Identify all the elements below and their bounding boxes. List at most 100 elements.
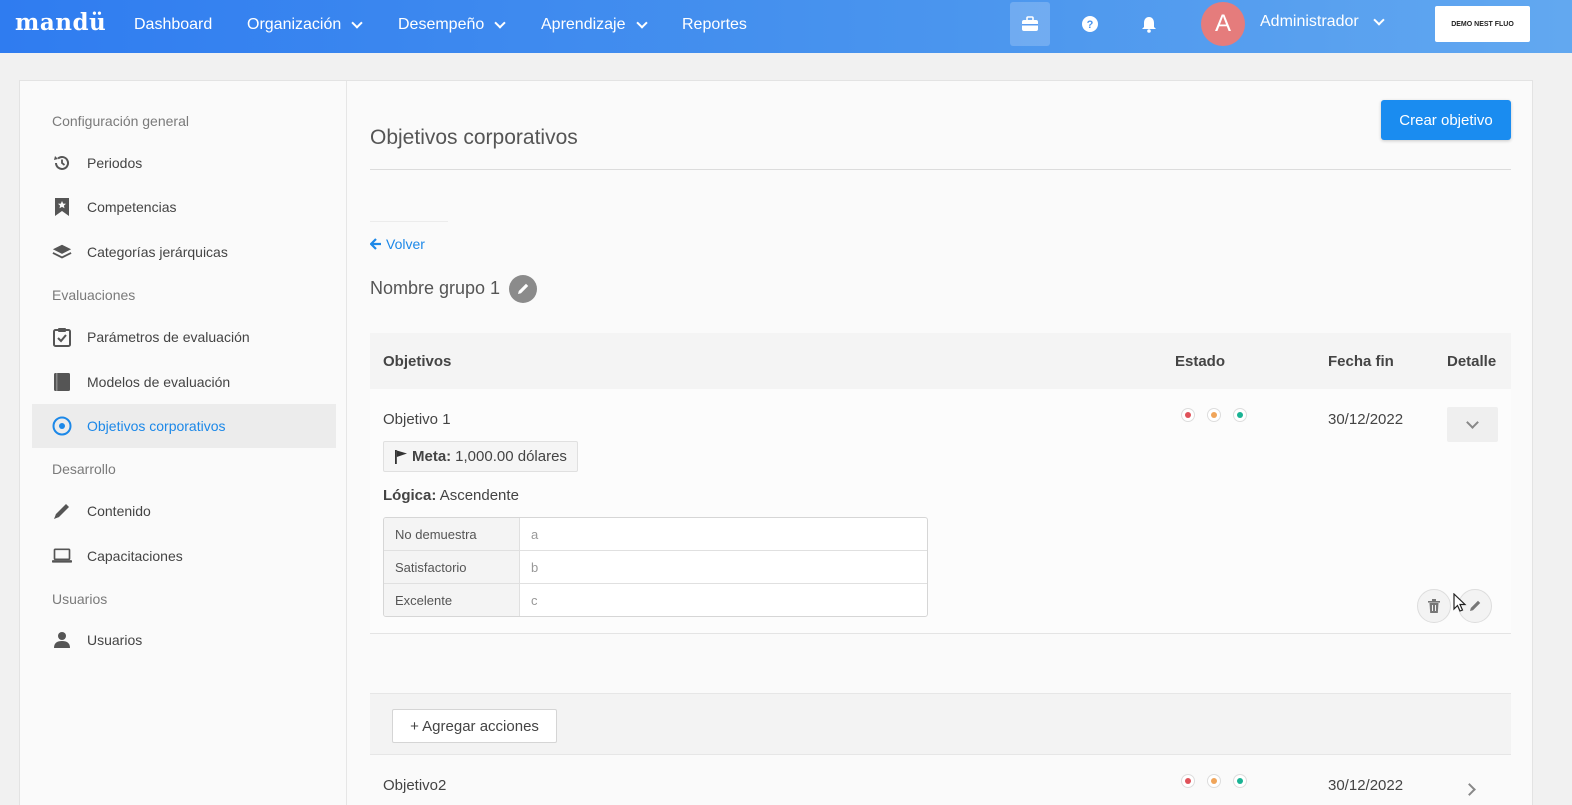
scale-label: No demuestra <box>384 518 520 550</box>
status-green-dot[interactable] <box>1233 774 1247 788</box>
sidebar-section-evaluaciones: Evaluaciones <box>52 287 136 303</box>
laptop-icon <box>52 546 72 566</box>
collapse-detail-button[interactable] <box>1447 407 1498 442</box>
chevron-down-icon <box>351 16 363 29</box>
goal-label: Meta: <box>412 448 452 465</box>
nav-organizacion[interactable]: Organización <box>247 16 363 34</box>
goal-value: 1,000.00 dólares <box>455 448 567 465</box>
bell-icon[interactable] <box>1129 2 1169 46</box>
bookmark-star-icon <box>52 197 72 217</box>
sidebar-section-usuarios: Usuarios <box>52 591 108 607</box>
end-date: 30/12/2022 <box>1328 411 1404 428</box>
back-link[interactable]: Volver <box>370 236 425 252</box>
column-header-fecha-fin: Fecha fin <box>1328 353 1394 370</box>
sidebar-section-configuracion: Configuración general <box>52 113 189 129</box>
scale-table: No demuestra a Satisfactorio b Excelente… <box>383 517 928 617</box>
status-indicators <box>1181 774 1247 788</box>
sidebar-item-objetivos[interactable]: Objetivos corporativos <box>32 404 336 448</box>
logic-value: Ascendente <box>439 487 519 504</box>
help-icon[interactable]: ? <box>1070 2 1110 46</box>
book-icon <box>52 372 72 392</box>
chevron-down-icon <box>494 16 506 29</box>
objective-name: Objetivo2 <box>383 777 447 794</box>
sidebar-section-desarrollo: Desarrollo <box>52 461 116 477</box>
sidebar: Configuración general Periodos Competenc… <box>20 81 347 805</box>
chevron-right-icon <box>1463 783 1476 796</box>
user-icon <box>52 630 72 650</box>
scale-row: Excelente c <box>384 584 927 616</box>
clipboard-check-icon <box>52 327 72 347</box>
table-row: Objetivo 1 30/12/2022 Meta: 1,000.00 dól… <box>370 389 1511 634</box>
back-link-label: Volver <box>386 236 425 252</box>
goal-badge: Meta: 1,000.00 dólares <box>383 441 578 472</box>
status-orange-dot[interactable] <box>1207 774 1221 788</box>
company-logo-text: DEMO NEST FLUO <box>1451 20 1514 28</box>
chevron-down-icon <box>1373 13 1385 26</box>
nav-dashboard-label: Dashboard <box>134 16 213 33</box>
avatar-initial: A <box>1214 10 1231 37</box>
nav-reportes[interactable]: Reportes <box>682 16 747 34</box>
app-logo[interactable]: mandü <box>15 9 106 36</box>
create-objective-button[interactable]: Crear objetivo <box>1381 100 1511 140</box>
top-navbar: mandü Dashboard Organización Desempeño A… <box>0 0 1572 53</box>
scale-label: Excelente <box>384 584 520 616</box>
avatar[interactable]: A <box>1201 2 1245 46</box>
user-menu[interactable]: Administrador <box>1260 13 1385 31</box>
add-actions-button[interactable]: + Agregar acciones <box>392 709 557 743</box>
status-red-dot[interactable] <box>1181 774 1195 788</box>
trash-icon <box>1428 599 1440 613</box>
sidebar-item-contenido[interactable]: Contenido <box>32 489 336 533</box>
column-header-objetivos: Objetivos <box>383 353 452 370</box>
edit-group-button[interactable] <box>509 275 537 303</box>
svg-text:?: ? <box>1087 19 1094 31</box>
group-name: Nombre grupo 1 <box>370 278 501 298</box>
delete-objective-button[interactable] <box>1417 589 1451 623</box>
sidebar-item-parametros[interactable]: Parámetros de evaluación <box>32 315 336 359</box>
column-header-detalle: Detalle <box>1447 353 1497 370</box>
sidebar-item-capacitaciones[interactable]: Capacitaciones <box>32 534 336 578</box>
user-name: Administrador <box>1260 13 1359 30</box>
nav-desempeno[interactable]: Desempeño <box>398 16 506 34</box>
mouse-cursor-icon <box>1453 593 1467 612</box>
status-orange-dot[interactable] <box>1207 408 1221 422</box>
sidebar-item-categorias[interactable]: Categorías jerárquicas <box>32 230 336 274</box>
company-logo: DEMO NEST FLUO <box>1435 6 1530 42</box>
scale-value: b <box>531 559 539 575</box>
sidebar-item-label: Competencias <box>87 199 177 215</box>
column-header-estado: Estado <box>1175 353 1226 370</box>
sidebar-item-label: Periodos <box>87 155 143 171</box>
nav-aprendizaje[interactable]: Aprendizaje <box>541 16 648 34</box>
history-icon <box>52 153 72 173</box>
sidebar-item-label: Modelos de evaluación <box>87 374 231 390</box>
sidebar-item-competencias[interactable]: Competencias <box>32 185 336 229</box>
flag-icon <box>395 449 407 464</box>
divider <box>370 221 448 222</box>
actions-strip: + Agregar acciones <box>370 693 1511 755</box>
page-title: Objetivos corporativos <box>370 126 578 149</box>
sidebar-item-modelos[interactable]: Modelos de evaluación <box>32 360 336 404</box>
nav-dashboard[interactable]: Dashboard <box>134 16 212 34</box>
content-area: Objetivos corporativos Crear objetivo Vo… <box>370 81 1511 805</box>
status-red-dot[interactable] <box>1181 408 1195 422</box>
sidebar-item-label: Parámetros de evaluación <box>87 329 250 345</box>
status-indicators <box>1181 408 1247 422</box>
scale-label: Satisfactorio <box>384 551 520 583</box>
sidebar-item-label: Objetivos corporativos <box>87 418 226 434</box>
nav-desempeno-label: Desempeño <box>398 16 485 33</box>
pencil-icon <box>518 283 529 294</box>
briefcase-icon[interactable] <box>1010 2 1050 46</box>
sidebar-item-label: Capacitaciones <box>87 548 183 564</box>
sidebar-item-usuarios[interactable]: Usuarios <box>32 618 336 662</box>
arrow-left-icon <box>370 238 381 250</box>
sidebar-item-periodos[interactable]: Periodos <box>32 141 336 185</box>
nav-organizacion-label: Organización <box>247 16 342 33</box>
scale-value: c <box>531 592 538 608</box>
main-panel: Configuración general Periodos Competenc… <box>19 80 1533 805</box>
pencil-icon <box>52 501 72 521</box>
sidebar-item-label: Categorías jerárquicas <box>87 244 228 260</box>
pencil-icon <box>1470 600 1481 611</box>
expand-detail-button[interactable] <box>1463 781 1476 799</box>
status-green-dot[interactable] <box>1233 408 1247 422</box>
divider <box>370 169 1511 170</box>
layers-icon <box>52 242 72 262</box>
